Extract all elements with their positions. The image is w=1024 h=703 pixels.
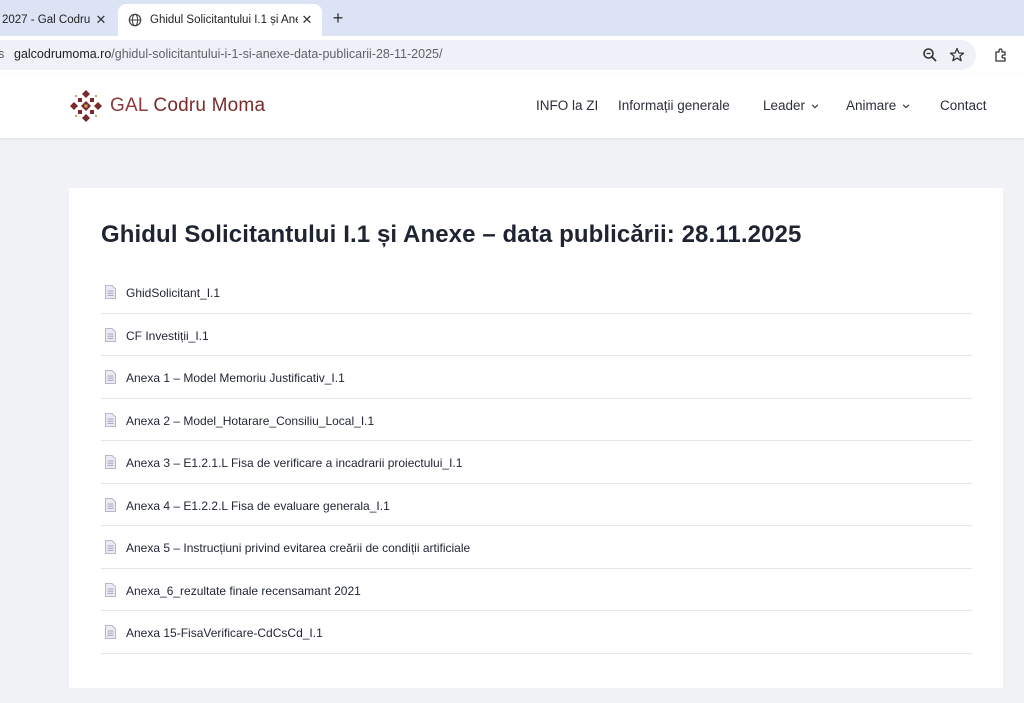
logo-name: Codru Moma (153, 95, 266, 116)
document-link[interactable]: CF Investiții_I.1 (126, 329, 209, 343)
document-item[interactable]: Anexa 3 – E1.2.1.L Fisa de verificare a … (101, 441, 972, 484)
nav-label: Animare (846, 98, 897, 113)
document-item[interactable]: GhidSolicitant_I.1 (101, 271, 972, 314)
browser-tab-inactive[interactable]: 2027 - Gal Codru M ✕ (0, 4, 116, 36)
nav-item-informatii-generale[interactable]: Informații generale (618, 98, 730, 113)
url-host: galcodrumoma.ro (14, 47, 112, 61)
document-link[interactable]: Anexa 2 – Model_Hotarare_Consiliu_Local_… (126, 414, 374, 428)
document-icon (105, 455, 116, 469)
nav-item-leader[interactable]: Leader (763, 98, 819, 113)
document-item[interactable]: Anexa 1 – Model Memoriu Justificativ_I.1 (101, 356, 972, 399)
document-item[interactable]: CF Investiții_I.1 (101, 314, 972, 356)
close-tab-icon[interactable]: ✕ (298, 11, 316, 29)
logo-gal: GAL (110, 95, 148, 116)
browser-tab-bar: 2027 - Gal Codru M ✕ Ghidul Solicitantul… (0, 0, 1024, 36)
document-link[interactable]: GhidSolicitant_I.1 (126, 286, 220, 300)
document-icon (105, 497, 116, 512)
url-text[interactable]: galcodrumoma.ro/ghidul-solicitantului-i-… (14, 47, 442, 61)
document-item[interactable]: Anexa 5 – Instrucțiuni privind evitarea … (101, 526, 972, 569)
nav-item-animare[interactable]: Animare (846, 98, 910, 113)
document-item[interactable]: Anexa_6_rezultate finale recensamant 202… (101, 569, 972, 611)
nav-label: Informații generale (618, 98, 730, 113)
tab-title: Ghidul Solicitantului I.1 și Anexe (150, 14, 298, 26)
extensions-icon[interactable] (990, 44, 1012, 66)
url-prefix: s (0, 47, 5, 61)
bookmark-star-icon[interactable] (946, 44, 968, 66)
chevron-down-icon (811, 103, 819, 108)
document-icon (105, 285, 116, 299)
logo-text: GAL Codru Moma (110, 95, 265, 117)
document-link[interactable]: Anexa 5 – Instrucțiuni privind evitarea … (126, 541, 470, 555)
nav-label: Contact (940, 98, 987, 113)
nav-label: Leader (763, 98, 806, 113)
tab-title: 2027 - Gal Codru M (2, 14, 92, 26)
browser-tab-active[interactable]: Ghidul Solicitantului I.1 și Anexe ✕ (118, 4, 322, 36)
document-icon (105, 625, 116, 639)
nav-item-info-la-zi[interactable]: INFO la ZI (536, 98, 598, 113)
page-title: Ghidul Solicitantului I.1 și Anexe – dat… (101, 221, 802, 248)
site-header: GAL Codru Moma INFO la ZI Informații gen… (0, 74, 1024, 138)
url-path: /ghidul-solicitantului-i-1-si-anexe-data… (111, 47, 443, 61)
document-list: GhidSolicitant_I.1 CF Investiții_I.1 Ane… (101, 271, 972, 654)
document-icon (105, 412, 116, 427)
globe-icon (128, 13, 142, 27)
nav-label: INFO la ZI (536, 98, 599, 113)
document-link[interactable]: Anexa_6_rezultate finale recensamant 202… (126, 584, 361, 598)
address-bar: s galcodrumoma.ro/ghidul-solicitantului-… (0, 36, 1024, 74)
nav-item-contact[interactable]: Contact (940, 98, 987, 113)
document-icon (105, 327, 116, 342)
document-link[interactable]: Anexa 15-FisaVerificare-CdCsCd_I.1 (126, 626, 323, 640)
document-icon (105, 582, 116, 597)
document-icon (105, 540, 116, 554)
site-logo[interactable]: GAL Codru Moma (68, 88, 265, 124)
document-item[interactable]: Anexa 15-FisaVerificare-CdCsCd_I.1 (101, 611, 972, 654)
document-link[interactable]: Anexa 3 – E1.2.1.L Fisa de verificare a … (126, 456, 462, 470)
document-link[interactable]: Anexa 1 – Model Memoriu Justificativ_I.1 (126, 371, 345, 385)
close-tab-icon[interactable]: ✕ (92, 11, 110, 29)
document-link[interactable]: Anexa 4 – E1.2.2.L Fisa de evaluare gene… (126, 499, 390, 513)
document-icon (105, 370, 116, 384)
logo-emblem-icon (70, 90, 102, 122)
zoom-icon[interactable] (919, 44, 941, 66)
document-item[interactable]: Anexa 2 – Model_Hotarare_Consiliu_Local_… (101, 399, 972, 441)
new-tab-icon[interactable]: + (328, 6, 348, 30)
chevron-down-icon (903, 103, 910, 108)
document-item[interactable]: Anexa 4 – E1.2.2.L Fisa de evaluare gene… (101, 484, 972, 526)
